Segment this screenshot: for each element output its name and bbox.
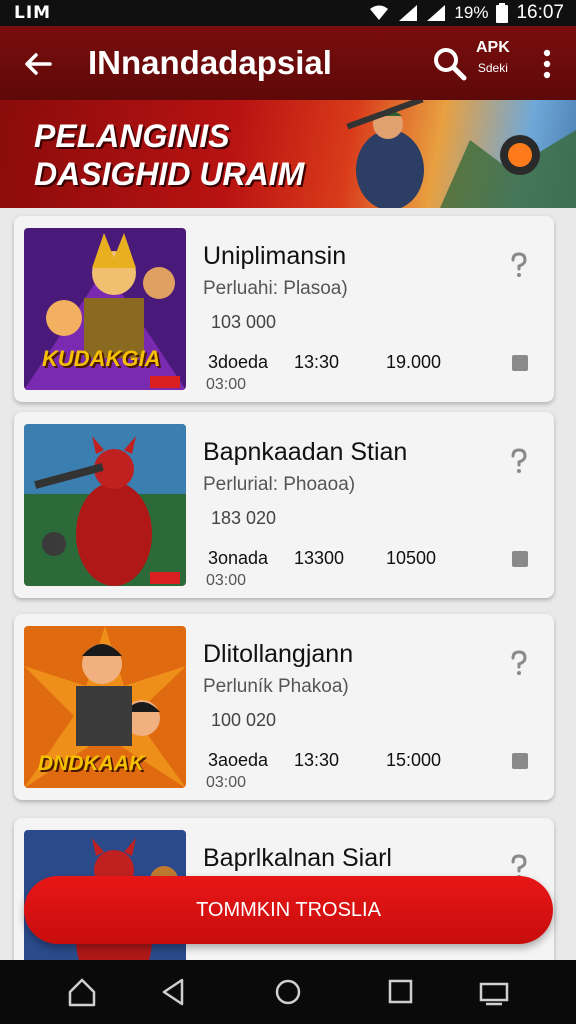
signal-icon <box>399 5 418 21</box>
wifi-icon <box>370 5 389 20</box>
status-bar: LIM 19% 16:07 <box>0 0 576 26</box>
primary-action-button[interactable]: TOMMKIN TROSLIA <box>24 876 553 944</box>
game-card[interactable]: DNDKAAK Dlitollangjann Perluník Phakoa) … <box>14 614 554 800</box>
game-stat-c: 19.000 <box>386 352 442 372</box>
game-stat-a: 3aoeda <box>208 750 269 770</box>
game-time: 03:00 <box>206 572 247 589</box>
banner-line-2: DASIGHID URAIM <box>34 156 305 192</box>
thumbnail-art <box>24 424 186 586</box>
game-stat-a: 3doeda <box>208 352 269 372</box>
back-arrow-icon[interactable] <box>18 44 58 84</box>
primary-action-label: TOMMKIN TROSLIA <box>196 899 381 921</box>
help-icon[interactable] <box>508 448 530 474</box>
back-triangle-icon[interactable] <box>154 974 194 1010</box>
screen-icon[interactable] <box>474 974 514 1010</box>
game-title[interactable]: Baprlkalnan Siarl <box>203 844 392 873</box>
system-nav-bar <box>0 960 576 1024</box>
game-stat-b: 13300 <box>294 548 345 568</box>
game-subtitle: Perlurial: Phoaoa) <box>203 474 356 495</box>
game-card[interactable]: Bapnkaadan Stian Perlurial: Phoaoa) 183 … <box>14 412 554 598</box>
game-title[interactable]: Bapnkaadan Stian <box>203 438 407 467</box>
search-icon[interactable] <box>430 44 470 84</box>
game-stat-a: 3onada <box>208 548 269 568</box>
apk-badge[interactable]: APK Sdeki <box>476 38 510 78</box>
help-icon[interactable] <box>508 650 530 676</box>
thumbnail-label: DNDKAAK <box>38 752 145 775</box>
game-thumbnail[interactable] <box>24 424 186 586</box>
game-thumbnail[interactable]: DNDKAAK <box>24 626 186 788</box>
promo-banner[interactable]: PELANGINIS DASIGHID URAIM <box>0 100 576 208</box>
status-icons: 19% 16:07 <box>368 2 564 24</box>
stop-square-icon[interactable] <box>512 753 528 769</box>
game-stat-b: 13:30 <box>294 352 340 372</box>
banner-text: PELANGINIS DASIGHID URAIM <box>34 118 304 194</box>
game-count: 103 000 <box>211 312 277 332</box>
battery-icon <box>496 3 509 23</box>
help-icon[interactable] <box>508 252 530 278</box>
game-thumbnail[interactable]: KUDAKGIA <box>24 228 186 390</box>
game-count: 183 020 <box>211 508 277 528</box>
game-list[interactable]: KUDAKGIA Uniplimansin Perluahi: Plasoa) … <box>0 208 576 960</box>
carrier-label: LIM <box>14 3 52 23</box>
app-title: INnandadapsial <box>88 44 332 81</box>
game-stat-c: 15:000 <box>386 750 442 770</box>
game-card[interactable]: KUDAKGIA Uniplimansin Perluahi: Plasoa) … <box>14 216 554 402</box>
thumbnail-label: KUDAKGIA <box>42 346 161 371</box>
apk-sub-label: Sdeki <box>477 61 508 75</box>
game-stat-b: 13:30 <box>294 750 340 770</box>
stop-square-icon[interactable] <box>512 551 528 567</box>
game-subtitle: Perluahi: Plasoa) <box>203 278 348 299</box>
clock: 16:07 <box>516 2 564 23</box>
game-title[interactable]: Dlitollangjann <box>203 640 353 669</box>
circle-home-icon[interactable] <box>268 974 308 1010</box>
game-subtitle: Perluník Phakoa) <box>203 676 349 697</box>
signal-icon-2 <box>427 5 446 21</box>
home-icon[interactable] <box>62 974 102 1010</box>
battery-percent: 19% <box>454 3 489 22</box>
recents-square-icon[interactable] <box>380 974 420 1010</box>
app-bar: INnandadapsial APK Sdeki <box>0 26 576 100</box>
game-time: 03:00 <box>206 774 247 791</box>
game-stat-c: 10500 <box>386 548 437 568</box>
game-count: 100 020 <box>211 710 277 730</box>
more-vert-icon[interactable] <box>534 44 560 84</box>
stop-square-icon[interactable] <box>512 355 528 371</box>
apk-label: APK <box>476 39 510 56</box>
game-title[interactable]: Uniplimansin <box>203 242 346 271</box>
banner-line-1: PELANGINIS <box>34 118 230 154</box>
game-time: 03:00 <box>206 376 247 393</box>
